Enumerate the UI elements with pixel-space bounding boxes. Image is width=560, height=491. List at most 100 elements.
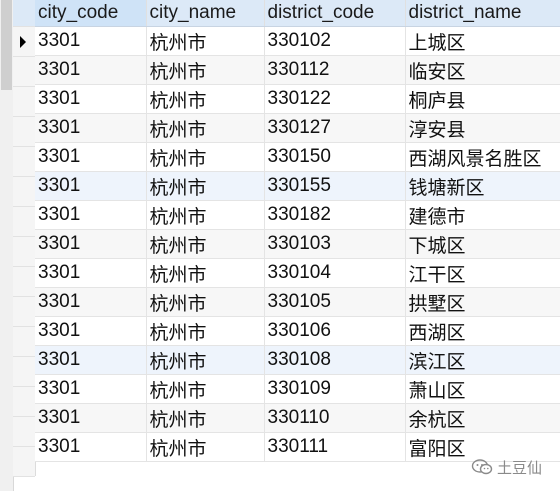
cell-city-name[interactable]: 杭州市 [146, 345, 265, 375]
cell-city-name[interactable]: 杭州市 [146, 200, 265, 230]
cell-city-code[interactable]: 3301 [35, 258, 147, 288]
table-row[interactable]: 3301 杭州市 330102 上城区 [35, 26, 560, 56]
watermark: 土豆仙 [471, 454, 542, 480]
cell-district-name[interactable]: 西湖风景名胜区 [405, 142, 560, 172]
column-header-city-name[interactable]: city_name [146, 0, 265, 27]
cell-district-code[interactable]: 330102 [264, 26, 406, 56]
cell-district-code[interactable]: 330109 [264, 374, 406, 404]
cell-city-code[interactable]: 3301 [35, 171, 147, 201]
table-row[interactable]: 3301 杭州市 330155 钱塘新区 [35, 171, 560, 201]
table-row[interactable]: 3301 杭州市 330122 桐庐县 [35, 84, 560, 114]
row-selector[interactable] [13, 27, 35, 57]
cell-district-code[interactable]: 330106 [264, 316, 406, 346]
table-row[interactable]: 3301 杭州市 330108 滨江区 [35, 345, 560, 375]
cell-district-code[interactable]: 330155 [264, 171, 406, 201]
cell-city-code[interactable]: 3301 [35, 287, 147, 317]
cell-city-code[interactable]: 3301 [35, 84, 147, 114]
table-row[interactable]: 3301 杭州市 330109 萧山区 [35, 374, 560, 404]
table-row[interactable]: 3301 杭州市 330112 临安区 [35, 55, 560, 85]
row-selector[interactable] [13, 447, 35, 477]
cell-city-name[interactable]: 杭州市 [146, 432, 265, 462]
table-row[interactable]: 3301 杭州市 330106 西湖区 [35, 316, 560, 346]
cell-district-name[interactable]: 钱塘新区 [405, 171, 560, 201]
cell-city-code[interactable]: 3301 [35, 345, 147, 375]
row-selector[interactable] [13, 117, 35, 147]
cell-district-code[interactable]: 330182 [264, 200, 406, 230]
scrollbar-thumb[interactable] [1, 0, 12, 90]
row-selector[interactable] [13, 87, 35, 117]
cell-district-name[interactable]: 下城区 [405, 229, 560, 259]
cell-city-code[interactable]: 3301 [35, 55, 147, 85]
cell-city-code[interactable]: 3301 [35, 200, 147, 230]
current-row-arrow-icon [20, 36, 26, 48]
row-selector[interactable] [13, 57, 35, 87]
table-row[interactable]: 3301 杭州市 330110 余杭区 [35, 403, 560, 433]
cell-district-code[interactable]: 330108 [264, 345, 406, 375]
row-selector[interactable] [13, 297, 35, 327]
cell-city-name[interactable]: 杭州市 [146, 316, 265, 346]
cell-city-name[interactable]: 杭州市 [146, 403, 265, 433]
table-row[interactable]: 3301 杭州市 330150 西湖风景名胜区 [35, 142, 560, 172]
row-selector[interactable] [13, 417, 35, 447]
row-selector[interactable] [13, 177, 35, 207]
cell-district-code[interactable]: 330127 [264, 113, 406, 143]
header-corner [13, 0, 35, 27]
cell-city-code[interactable]: 3301 [35, 113, 147, 143]
row-selector[interactable] [13, 357, 35, 387]
column-header-city-code[interactable]: city_code [35, 0, 147, 27]
cell-city-name[interactable]: 杭州市 [146, 171, 265, 201]
cell-district-code[interactable]: 330112 [264, 55, 406, 85]
cell-district-code[interactable]: 330122 [264, 84, 406, 114]
table-row[interactable]: 3301 杭州市 330105 拱墅区 [35, 287, 560, 317]
cell-district-name[interactable]: 拱墅区 [405, 287, 560, 317]
row-indicator-column [13, 0, 36, 477]
cell-district-name[interactable]: 西湖区 [405, 316, 560, 346]
column-header-district-code[interactable]: district_code [264, 0, 406, 27]
cell-city-name[interactable]: 杭州市 [146, 287, 265, 317]
table-row[interactable]: 3301 杭州市 330127 淳安县 [35, 113, 560, 143]
row-selector[interactable] [13, 207, 35, 237]
cell-district-name[interactable]: 滨江区 [405, 345, 560, 375]
cell-city-code[interactable]: 3301 [35, 403, 147, 433]
row-selector[interactable] [13, 237, 35, 267]
cell-city-name[interactable]: 杭州市 [146, 26, 265, 56]
cell-city-code[interactable]: 3301 [35, 142, 147, 172]
cell-city-name[interactable]: 杭州市 [146, 142, 265, 172]
result-grid[interactable]: city_code city_name district_code distri… [0, 0, 560, 491]
cell-city-code[interactable]: 3301 [35, 316, 147, 346]
cell-district-code[interactable]: 330104 [264, 258, 406, 288]
cell-city-name[interactable]: 杭州市 [146, 229, 265, 259]
cell-city-code[interactable]: 3301 [35, 26, 147, 56]
cell-district-name[interactable]: 建德市 [405, 200, 560, 230]
row-selector[interactable] [13, 327, 35, 357]
cell-district-code[interactable]: 330111 [264, 432, 406, 462]
cell-district-name[interactable]: 桐庐县 [405, 84, 560, 114]
row-selector[interactable] [13, 147, 35, 177]
row-selector[interactable] [13, 267, 35, 297]
cell-city-name[interactable]: 杭州市 [146, 84, 265, 114]
cell-city-name[interactable]: 杭州市 [146, 55, 265, 85]
cell-city-name[interactable]: 杭州市 [146, 374, 265, 404]
table-row[interactable]: 3301 杭州市 330182 建德市 [35, 200, 560, 230]
row-selector[interactable] [13, 387, 35, 417]
cell-district-code[interactable]: 330150 [264, 142, 406, 172]
wechat-icon [471, 459, 493, 475]
cell-city-code[interactable]: 3301 [35, 432, 147, 462]
cell-district-name[interactable]: 临安区 [405, 55, 560, 85]
cell-district-code[interactable]: 330103 [264, 229, 406, 259]
cell-city-code[interactable]: 3301 [35, 229, 147, 259]
cell-district-name[interactable]: 上城区 [405, 26, 560, 56]
column-header-district-name[interactable]: district_name [405, 0, 560, 27]
cell-district-name[interactable]: 淳安县 [405, 113, 560, 143]
cell-city-name[interactable]: 杭州市 [146, 113, 265, 143]
cell-district-name[interactable]: 余杭区 [405, 403, 560, 433]
cell-district-code[interactable]: 330110 [264, 403, 406, 433]
table-row[interactable]: 3301 杭州市 330104 江干区 [35, 258, 560, 288]
cell-city-code[interactable]: 3301 [35, 374, 147, 404]
table-row[interactable]: 3301 杭州市 330103 下城区 [35, 229, 560, 259]
cell-city-name[interactable]: 杭州市 [146, 258, 265, 288]
cell-district-name[interactable]: 萧山区 [405, 374, 560, 404]
cell-district-code[interactable]: 330105 [264, 287, 406, 317]
vertical-scrollbar[interactable] [0, 0, 14, 491]
cell-district-name[interactable]: 江干区 [405, 258, 560, 288]
